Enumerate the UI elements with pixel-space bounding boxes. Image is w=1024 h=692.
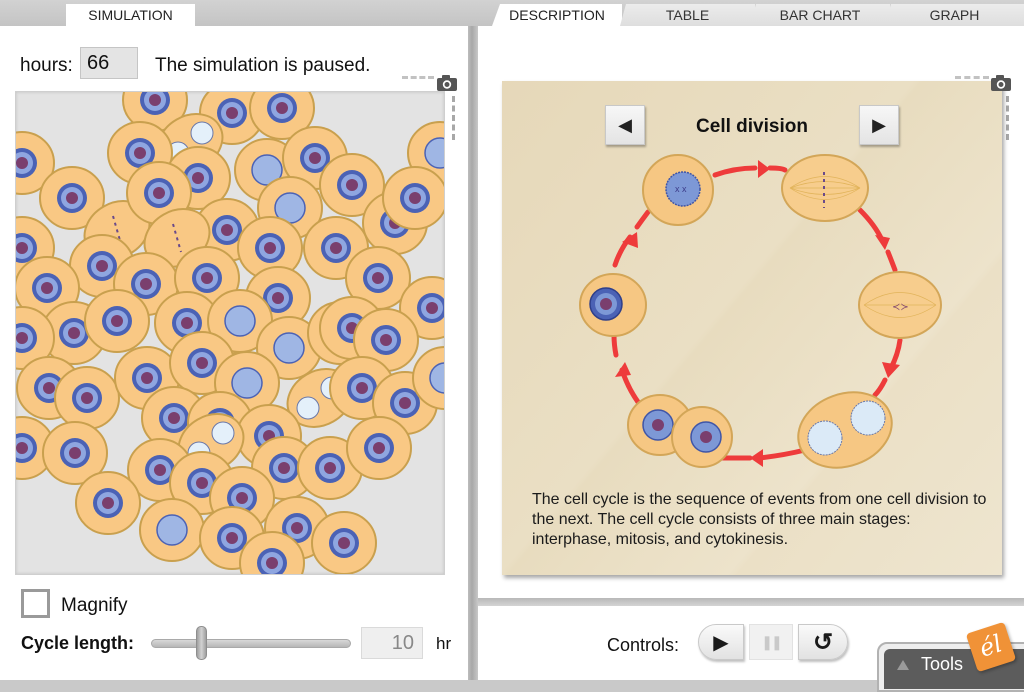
camera-icon[interactable] (436, 74, 458, 92)
interphase-cell (382, 166, 444, 230)
anaphase-cell: ≺≻ (858, 271, 942, 339)
interphase-cell (311, 511, 377, 574)
cycle-arrow (872, 377, 888, 398)
reset-icon: ↺ (812, 628, 834, 656)
arrow-head (875, 235, 890, 250)
cell-cycle-diagram: x x ≺≻ (579, 154, 942, 469)
cytokinesis-cells (627, 394, 733, 468)
left-arrow-icon: ◀ (618, 114, 632, 135)
tab-table[interactable]: TABLE (620, 4, 755, 26)
prophase-cell (139, 498, 205, 562)
svg-text:x x: x x (675, 184, 687, 194)
cycle-arrow (712, 165, 758, 178)
tab-simulation[interactable]: SIMULATION (66, 4, 195, 26)
interphase-cell (579, 273, 647, 337)
tab-graph[interactable]: GRAPH (885, 4, 1024, 26)
cycle-arrow (757, 447, 808, 461)
camera-guide-h (402, 76, 434, 79)
tools-label: Tools (921, 654, 964, 674)
prophase-cell: x x (642, 154, 714, 226)
cycle-length-label: Cycle length: (21, 633, 135, 653)
camera-guide-h (955, 76, 989, 79)
cycle-length-field[interactable]: 10 (361, 627, 423, 659)
previous-button[interactable]: ◀ (605, 105, 645, 145)
cycle-arrow (611, 332, 619, 358)
cycle-arrow (767, 165, 788, 173)
arrow-head (750, 449, 763, 467)
cycle-length-unit: hr (436, 634, 452, 653)
cycle-length-slider-handle[interactable] (196, 626, 207, 660)
description-text: The cell cycle is the sequence of events… (532, 491, 987, 548)
svg-text:≺≻: ≺≻ (892, 302, 909, 313)
tab-description[interactable]: DESCRIPTION (492, 4, 622, 26)
camera-guide-v (452, 96, 455, 140)
metaphase-cell (781, 154, 869, 222)
controls-label: Controls: (607, 635, 680, 655)
camera-guide-v (1006, 96, 1009, 140)
camera-icon[interactable] (990, 74, 1012, 92)
arrow-head (758, 160, 770, 178)
pause-button[interactable]: ❚❚ (749, 624, 793, 660)
hours-field: 66 (80, 47, 138, 79)
expand-up-icon (897, 660, 909, 670)
magnify-checkbox[interactable] (21, 589, 50, 618)
simulation-area[interactable] (15, 91, 445, 575)
interphase-cell (346, 416, 412, 480)
play-icon: ▶ (713, 631, 729, 654)
panel-separator (478, 598, 1024, 606)
card-title: Cell division (696, 116, 808, 137)
panel-divider[interactable] (468, 26, 478, 680)
hours-label: hours: (20, 55, 73, 76)
magnify-label: Magnify (61, 595, 128, 616)
cycle-arrow (885, 249, 898, 273)
pause-icon: ❚❚ (761, 633, 783, 650)
interphase-cell (54, 366, 120, 430)
cycle-length-slider-track[interactable] (151, 639, 351, 648)
telophase-cell (797, 391, 893, 469)
cycle-arrow (857, 207, 885, 243)
right-arrow-icon: ▶ (872, 114, 886, 135)
cycle-arrow (634, 209, 651, 230)
interphase-cell (75, 471, 141, 535)
play-button[interactable]: ▶ (698, 624, 744, 660)
next-button[interactable]: ▶ (859, 105, 899, 145)
interphase-cell (84, 289, 150, 353)
arrow-head (882, 362, 900, 378)
simulation-status: The simulation is paused. (155, 55, 371, 76)
cell-field (16, 92, 444, 574)
arrow-head (615, 362, 631, 377)
tab-bar-chart[interactable]: BAR CHART (750, 4, 890, 26)
reset-button[interactable]: ↺ (798, 624, 848, 660)
